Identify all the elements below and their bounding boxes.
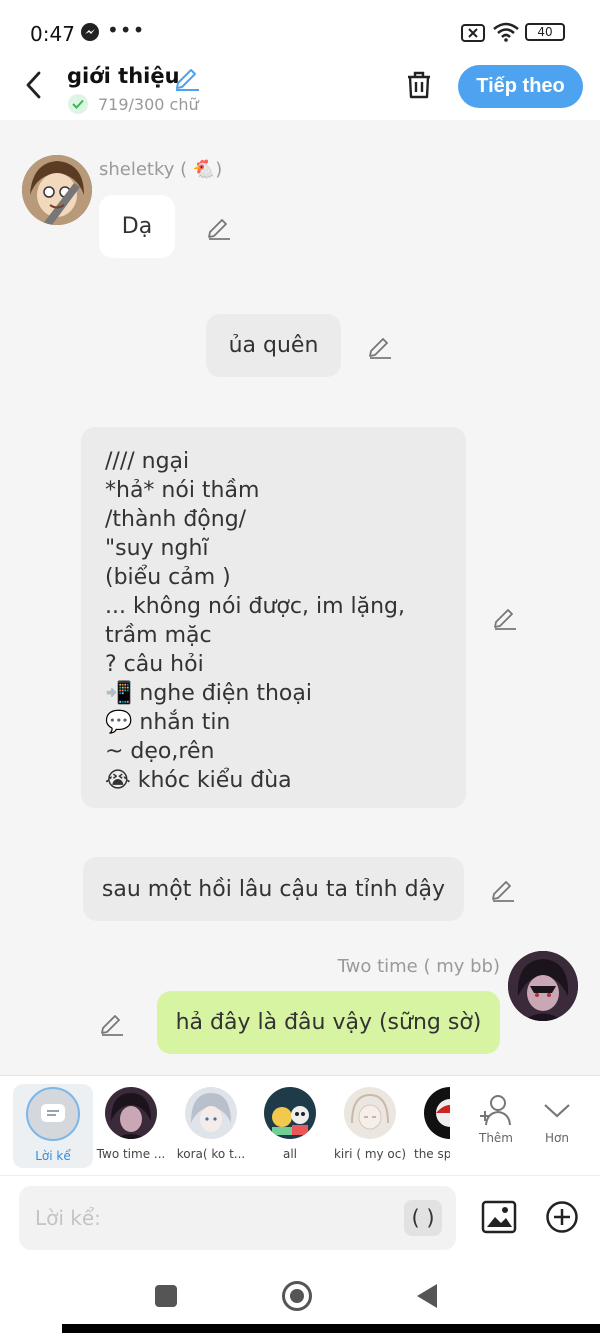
recent-apps-button[interactable] <box>155 1285 177 1307</box>
message-text: hả đây là đâu vậy (sững sờ) <box>175 1010 482 1035</box>
character-label: kora( ko t... <box>176 1147 246 1161</box>
battery-level: 40 <box>537 25 553 39</box>
add-character-button[interactable]: Thêm <box>468 1092 524 1145</box>
message-line: trầm mặc <box>105 623 212 648</box>
message-line: (biểu cảm ) <box>105 565 231 590</box>
paren-button[interactable]: ( ) <box>404 1200 442 1236</box>
next-button[interactable]: Tiếp theo <box>458 65 583 108</box>
character-all[interactable]: all <box>250 1084 330 1168</box>
home-indicator <box>62 1324 600 1333</box>
message-line: //// ngại <box>105 449 190 474</box>
character-strip[interactable]: Lời kể Two time ... kora( ko t... all ki… <box>0 1075 600 1175</box>
character-avatar <box>264 1087 316 1139</box>
message-line: ... không nói được, im lặng, <box>105 594 406 619</box>
character-label: Two time ... <box>96 1147 166 1161</box>
page-title: giới thiệu <box>67 64 180 88</box>
message-text: ủa quên <box>228 333 319 358</box>
character-label: Lời kể <box>35 1149 71 1163</box>
edit-message-icon[interactable] <box>490 876 516 902</box>
character-two-time[interactable]: Two time ... <box>91 1084 171 1168</box>
more-notifications-icon: ••• <box>107 18 146 42</box>
status-time: 0:47 <box>30 22 75 46</box>
character-kora[interactable]: kora( ko t... <box>171 1084 251 1168</box>
character-label: the sp <box>414 1147 450 1161</box>
speaker-name: sheletky ( 🐔) <box>99 159 223 180</box>
check-icon <box>68 94 88 114</box>
message-bubble[interactable]: ủa quên <box>206 314 341 377</box>
message-line: 💬 nhắn tin <box>105 710 231 735</box>
character-kiri[interactable]: kiri ( my oc) <box>330 1084 410 1168</box>
chevron-down-icon <box>544 1104 570 1118</box>
message-text: Dạ <box>121 214 153 239</box>
avatar-two-time[interactable] <box>508 951 578 1021</box>
word-count: 719/300 chữ <box>98 94 199 114</box>
back-arrow-icon[interactable] <box>22 70 46 100</box>
no-sim-icon <box>461 24 485 42</box>
message-bubble[interactable]: hả đây là đâu vậy (sững sờ) <box>157 991 500 1054</box>
character-avatar <box>344 1087 396 1139</box>
message-line: *hả* nói thầm <box>105 478 260 503</box>
edit-message-icon[interactable] <box>206 214 232 240</box>
message-bubble[interactable]: sau một hồi lâu cậu ta tỉnh dậy <box>83 857 464 921</box>
input-placeholder: Lời kể: <box>35 1206 101 1230</box>
messenger-icon <box>81 23 99 41</box>
message-input[interactable]: Lời kể: ( ) <box>19 1186 456 1250</box>
word-count-row: 719/300 chữ <box>68 94 199 114</box>
character-avatar <box>105 1087 157 1139</box>
character-avatar <box>185 1087 237 1139</box>
character-avatar <box>424 1087 450 1139</box>
image-icon[interactable] <box>481 1200 517 1234</box>
character-narrator[interactable]: Lời kể <box>13 1084 93 1168</box>
message-bubble[interactable]: //// ngại *hả* nói thầm /thành động/ "su… <box>81 427 466 808</box>
character-label: kiri ( my oc) <box>333 1147 407 1161</box>
message-line: "suy nghĩ <box>105 536 209 561</box>
header: giới thiệu 719/300 chữ Tiếp theo <box>0 64 600 120</box>
add-icon[interactable] <box>545 1200 579 1234</box>
message-line: 😭 khóc kiểu đùa <box>105 768 292 793</box>
message-bubble[interactable]: Dạ <box>99 195 175 258</box>
narrator-icon <box>26 1087 80 1141</box>
wifi-icon <box>493 22 519 42</box>
system-nav-bar <box>0 1260 600 1333</box>
character-label: all <box>282 1147 298 1161</box>
trash-icon[interactable] <box>405 70 433 100</box>
message-line: ? câu hỏi <box>105 652 204 677</box>
edit-title-icon[interactable] <box>173 63 201 91</box>
battery-icon: 40 <box>525 23 565 41</box>
input-bar: Lời kể: ( ) <box>0 1175 600 1260</box>
character-the-sp[interactable]: the sp <box>410 1084 450 1168</box>
system-back-button[interactable] <box>417 1284 437 1308</box>
status-bar: 0:47 ••• 40 <box>0 0 600 64</box>
edit-message-icon[interactable] <box>367 333 393 359</box>
message-text: sau một hồi lâu cậu ta tỉnh dậy <box>101 876 446 902</box>
more-label: Hơn <box>545 1131 569 1145</box>
add-label: Thêm <box>478 1131 513 1145</box>
message-line: ~ dẹo,rên <box>105 739 215 764</box>
message-line: 📲 nghe điện thoại <box>105 681 312 706</box>
message-line: /thành động/ <box>105 507 247 532</box>
home-button[interactable] <box>282 1281 312 1311</box>
avatar-sheletky[interactable] <box>22 155 92 225</box>
speaker-name: Two time ( my bb) <box>337 956 500 977</box>
chat-area[interactable]: sheletky ( 🐔) Dạ ủa quên //// ngại *hả* … <box>0 120 600 1075</box>
more-characters-button[interactable]: Hơn <box>529 1092 585 1145</box>
edit-message-icon[interactable] <box>492 604 518 630</box>
add-person-icon <box>480 1095 511 1126</box>
edit-message-icon[interactable] <box>99 1010 125 1036</box>
